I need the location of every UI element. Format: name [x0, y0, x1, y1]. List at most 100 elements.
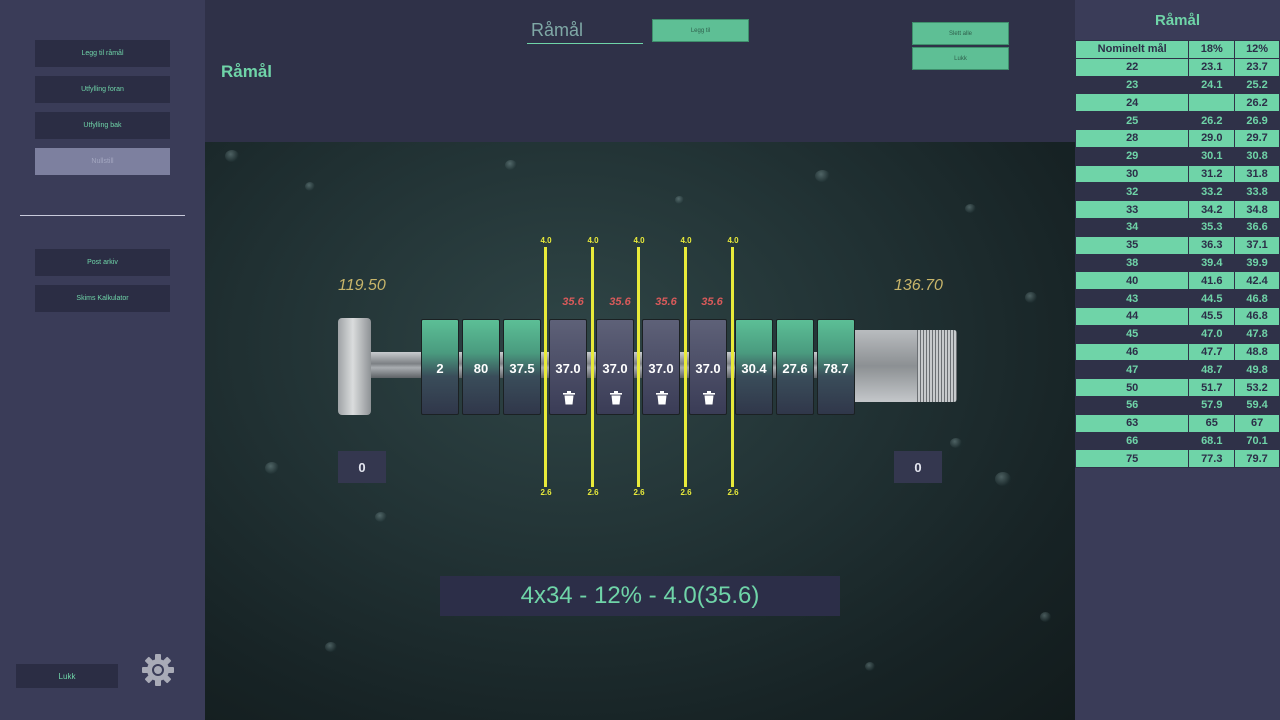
blade-line	[544, 247, 547, 487]
delete-all-button[interactable]: Slett alle	[912, 22, 1009, 45]
table-cell: 49.8	[1234, 360, 1280, 380]
table-row[interactable]: 38 39.4 39.9	[1074, 253, 1280, 273]
blade-segment[interactable]: 37.0	[642, 319, 680, 415]
right-count-button[interactable]: 0	[894, 451, 942, 483]
table-row[interactable]: 63 65 67	[1074, 413, 1280, 433]
table-row[interactable]: 44 45.5 46.8	[1074, 306, 1280, 326]
blade-segment[interactable]: 37.0	[596, 319, 634, 415]
table-cell: 53.2	[1234, 378, 1280, 397]
fill-front-button[interactable]: Utfylling foran	[35, 76, 170, 103]
water-drop	[505, 160, 517, 170]
table-cell: 23	[1074, 75, 1190, 95]
table-row[interactable]: 46 47.7 48.8	[1074, 342, 1280, 362]
table-cell: 40	[1074, 271, 1190, 291]
table-row[interactable]: 45 47.0 47.8	[1074, 324, 1280, 344]
post-archive-button[interactable]: Post arkiv	[35, 249, 170, 276]
right-measure: 136.70	[894, 277, 943, 294]
table-cell: 67	[1234, 413, 1280, 433]
table-row[interactable]: 50 51.7 53.2	[1074, 378, 1280, 397]
trash-icon[interactable]	[563, 391, 575, 405]
skims-calculator-button[interactable]: Skims Kalkulator	[35, 285, 170, 312]
blade-bottom-label: 2.6	[727, 488, 739, 497]
table-cell: 29.0	[1188, 128, 1236, 148]
segment-value: 2	[436, 361, 444, 376]
table-cell: 38	[1074, 253, 1190, 273]
table-cell: 33.8	[1234, 182, 1280, 202]
table-cell: 47	[1074, 360, 1190, 380]
raw-size-table: Nominelt mål 18% 12% 22 23.1 23.7 23 24.1 25.…	[1074, 40, 1280, 469]
cut-width-label: 35.6	[701, 296, 723, 308]
table-cell: 36.6	[1234, 217, 1280, 237]
table-cell: 35.3	[1188, 217, 1236, 237]
add-button[interactable]: Legg til	[652, 19, 749, 42]
table-row[interactable]: 29 30.1 30.8	[1074, 146, 1280, 166]
table-row[interactable]: 28 29.0 29.7	[1074, 128, 1280, 148]
table-row[interactable]: 32 33.2 33.8	[1074, 182, 1280, 202]
gear-icon[interactable]	[141, 653, 175, 687]
table-cell: 65	[1188, 413, 1236, 433]
water-drop	[305, 182, 315, 191]
table-cell: 26.2	[1234, 93, 1280, 113]
table-cell: 51.7	[1188, 378, 1236, 397]
left-end-cap	[338, 318, 371, 415]
raw-size-input-wrapper	[527, 18, 643, 44]
table-header-row: Nominelt mål 18% 12%	[1074, 40, 1280, 59]
blade-top-label: 4.0	[633, 236, 645, 245]
table-cell: 47.8	[1234, 324, 1280, 344]
close-button[interactable]: Lukk	[16, 664, 118, 688]
trash-icon[interactable]	[610, 391, 622, 405]
table-cell: 31.2	[1188, 164, 1236, 184]
table-cell: 28	[1074, 128, 1190, 148]
segment[interactable]: 2	[421, 319, 459, 415]
raw-size-input[interactable]	[527, 18, 643, 43]
trash-icon[interactable]	[703, 391, 715, 405]
table-cell: 26.2	[1188, 111, 1236, 130]
table-cell: 39.4	[1188, 253, 1236, 273]
table-row[interactable]: 40 41.6 42.4	[1074, 271, 1280, 291]
table-row[interactable]: 22 23.1 23.7	[1074, 57, 1280, 77]
blade-segment[interactable]: 37.0	[549, 319, 587, 415]
table-cell: 57.9	[1188, 395, 1236, 415]
table-row[interactable]: 23 24.1 25.2	[1074, 75, 1280, 95]
table-cell: 44.5	[1188, 289, 1236, 308]
right-panel: Råmål Nominelt mål 18% 12% 22 23.1 23.7 23 2…	[1074, 0, 1280, 720]
table-row[interactable]: 43 44.5 46.8	[1074, 289, 1280, 308]
water-drop	[1025, 292, 1037, 303]
segment[interactable]: 37.5	[503, 319, 541, 415]
blade-segment[interactable]: 37.0	[689, 319, 727, 415]
table-row[interactable]: 66 68.1 70.1	[1074, 431, 1280, 451]
table-row[interactable]: 47 48.7 49.8	[1074, 360, 1280, 380]
fill-back-button[interactable]: Utfylling bak	[35, 112, 170, 139]
add-raw-size-button[interactable]: Legg til råmål	[35, 40, 170, 67]
reset-button[interactable]: Nullstill	[35, 148, 170, 175]
left-count-button[interactable]: 0	[338, 451, 386, 483]
table-cell: 33	[1074, 200, 1190, 219]
table-row[interactable]: 33 34.2 34.8	[1074, 200, 1280, 219]
page-title: Råmål	[221, 62, 273, 81]
table-cell: 66	[1074, 431, 1190, 451]
table-cell: 36.3	[1188, 235, 1236, 255]
table-row[interactable]: 30 31.2 31.8	[1074, 164, 1280, 184]
segment[interactable]: 78.7	[817, 319, 855, 415]
table-row[interactable]: 35 36.3 37.1	[1074, 235, 1280, 255]
segment[interactable]: 80	[462, 319, 500, 415]
table-row[interactable]: 24 26.2	[1074, 93, 1280, 113]
blade-line	[591, 247, 594, 487]
table-row[interactable]: 75 77.3 79.7	[1074, 449, 1280, 469]
table-cell: 68.1	[1188, 431, 1236, 451]
table-cell: 34.8	[1234, 200, 1280, 219]
segment[interactable]: 27.6	[776, 319, 814, 415]
table-row[interactable]: 56 57.9 59.4	[1074, 395, 1280, 415]
table-cell: 70.1	[1234, 431, 1280, 451]
table-row[interactable]: 25 26.2 26.9	[1074, 111, 1280, 130]
water-drop	[815, 170, 830, 182]
segment-value: 80	[473, 361, 489, 376]
table-body: 22 23.1 23.7 23 24.1 25.2 24 26.2 25 26.2 26.9 28 29…	[1074, 57, 1280, 469]
table-row[interactable]: 34 35.3 36.6	[1074, 217, 1280, 237]
segment[interactable]: 30.4	[735, 319, 773, 415]
trash-icon[interactable]	[656, 391, 668, 405]
water-drop	[995, 472, 1011, 486]
cut-width-label: 35.6	[655, 296, 677, 308]
header-close-button[interactable]: Lukk	[912, 47, 1009, 70]
table-cell: 63	[1074, 413, 1190, 433]
